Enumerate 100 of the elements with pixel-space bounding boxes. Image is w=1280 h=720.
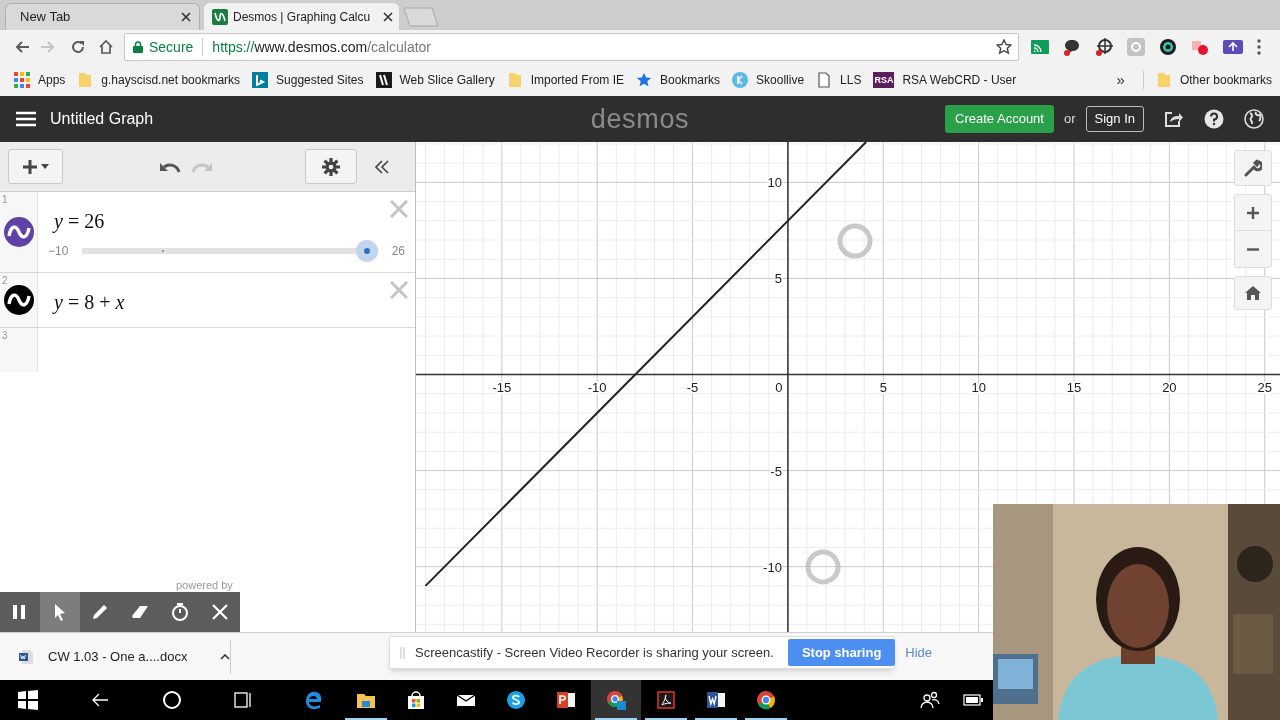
tick-label: 20 bbox=[1162, 379, 1177, 395]
default-view-button[interactable] bbox=[1234, 276, 1272, 310]
slider-max: 26 bbox=[391, 243, 405, 260]
menu-dots-icon[interactable] bbox=[1257, 39, 1261, 55]
page-icon bbox=[816, 72, 833, 88]
circle-icon bbox=[162, 690, 182, 710]
apps-grid-icon bbox=[14, 72, 30, 88]
add-item-button[interactable] bbox=[8, 149, 63, 184]
settings-button[interactable] bbox=[305, 149, 357, 184]
gear-icon bbox=[322, 157, 340, 176]
sign-in-button[interactable]: Sign In bbox=[1085, 106, 1144, 132]
back-arrow-icon[interactable] bbox=[14, 39, 30, 55]
home-icon bbox=[1245, 286, 1261, 300]
home-icon[interactable] bbox=[98, 39, 114, 55]
bookmark[interactable]: Suggested Sites bbox=[252, 71, 364, 89]
bookmark[interactable]: LLS bbox=[816, 71, 862, 89]
word-document-icon bbox=[18, 648, 34, 665]
bookmark[interactable]: Web Slice Gallery bbox=[375, 71, 495, 89]
slides-app-icon bbox=[556, 690, 576, 710]
download-item[interactable]: CW 1.03 - One a....docx bbox=[18, 646, 230, 667]
bookmark[interactable]: Imported From IE bbox=[506, 71, 624, 89]
graph-favicon-icon bbox=[212, 8, 228, 25]
origin-label: 0 bbox=[775, 379, 783, 395]
line-number: 2 bbox=[2, 274, 8, 288]
wrench-icon bbox=[1244, 159, 1262, 177]
eye-icon[interactable] bbox=[1159, 38, 1177, 56]
bookmark[interactable]: RSA RSA WebCRD - User bbox=[873, 71, 1017, 89]
caret-icon bbox=[41, 164, 49, 169]
notice-text: Screencastify - Screen Video Recorder is sharing your screen. bbox=[415, 643, 774, 662]
tick-label: 5 bbox=[879, 379, 887, 395]
graph-style-icon[interactable] bbox=[4, 285, 34, 315]
math-expression[interactable]: y = 26 bbox=[54, 206, 105, 236]
folder-icon bbox=[77, 72, 94, 88]
graph-title[interactable]: Untitled Graph bbox=[50, 107, 154, 131]
reload-icon[interactable] bbox=[70, 39, 86, 55]
or-label: or bbox=[1063, 110, 1076, 129]
share-icon[interactable] bbox=[1164, 110, 1184, 128]
bookmark[interactable]: Bookmarks bbox=[636, 71, 721, 89]
more-bookmarks-button[interactable]: » bbox=[1116, 68, 1125, 92]
star-icon bbox=[636, 72, 652, 88]
taskbar-button[interactable] bbox=[591, 680, 641, 720]
close-icon bbox=[210, 602, 230, 622]
pdf-app-icon bbox=[656, 690, 676, 710]
hide-link[interactable]: Hide bbox=[905, 642, 933, 663]
record-icon[interactable] bbox=[1191, 38, 1209, 56]
minus-icon bbox=[1247, 247, 1259, 251]
close-icon[interactable] bbox=[383, 11, 393, 22]
browser-tab[interactable]: New Tab bbox=[5, 3, 200, 30]
click-indicator bbox=[805, 549, 841, 585]
desmos-logo: desmos bbox=[590, 102, 690, 136]
line-number: 3 bbox=[2, 329, 8, 343]
tick-label: 5 bbox=[774, 271, 782, 287]
close-icon[interactable] bbox=[181, 12, 191, 22]
folder-icon bbox=[1155, 72, 1172, 88]
caret-up-icon bbox=[220, 653, 230, 660]
upload-icon[interactable] bbox=[1223, 40, 1243, 54]
stopwatch-icon bbox=[170, 602, 190, 622]
math-expression[interactable]: y = 8 + x bbox=[54, 287, 125, 317]
battery-icon[interactable] bbox=[963, 694, 983, 706]
pen-icon bbox=[90, 602, 110, 622]
tick-label: -10 bbox=[587, 379, 607, 395]
browser-app-icon bbox=[756, 690, 776, 710]
k-logo-icon bbox=[732, 72, 749, 88]
bookmark[interactable]: g.hayscisd.net bookmarks bbox=[77, 71, 241, 89]
tick-label: -10 bbox=[763, 559, 782, 575]
tick-label: 10 bbox=[767, 175, 782, 191]
slice-logo-icon bbox=[375, 72, 392, 88]
bookmark[interactable]: Apps bbox=[14, 71, 66, 89]
b-logo-icon bbox=[252, 72, 269, 88]
people-icon[interactable] bbox=[920, 690, 940, 710]
browser-tab[interactable]: Desmos | Graphing Calcu bbox=[204, 3, 399, 30]
graph-style-icon[interactable] bbox=[4, 217, 34, 247]
bookmark[interactable]: Skoollive bbox=[732, 71, 805, 89]
document-app-icon bbox=[706, 690, 726, 710]
bookmark-star-icon[interactable] bbox=[996, 39, 1012, 55]
help-icon[interactable] bbox=[1204, 109, 1224, 129]
windows-logo-icon bbox=[18, 690, 38, 710]
bookmark[interactable]: Other bookmarks bbox=[1155, 71, 1272, 89]
slider-thumb[interactable] bbox=[355, 240, 378, 262]
slider-min: −10 bbox=[48, 243, 69, 260]
skype-logo-icon bbox=[506, 690, 526, 710]
tick-label: 15 bbox=[1066, 379, 1082, 395]
url-text: https://www.desmos.com/calculator bbox=[212, 37, 431, 57]
menu-icon[interactable] bbox=[16, 111, 36, 127]
secure-label: Secure bbox=[149, 37, 194, 57]
globe-icon[interactable] bbox=[1244, 109, 1264, 129]
plus-icon bbox=[1247, 206, 1259, 219]
line-number: 1 bbox=[2, 193, 8, 207]
target-icon[interactable] bbox=[1095, 38, 1113, 56]
tick-label: -5 bbox=[686, 379, 699, 395]
cast-icon[interactable] bbox=[1031, 40, 1049, 54]
settings-wrench-button[interactable] bbox=[1234, 150, 1272, 186]
task-view-icon bbox=[233, 690, 253, 710]
address-bar[interactable]: Secure https://www.desmos.com/calculator bbox=[124, 33, 1019, 61]
click-indicator bbox=[837, 223, 873, 259]
chat-bubble-icon[interactable] bbox=[1063, 38, 1081, 56]
recorder-tool-button[interactable] bbox=[40, 592, 80, 632]
collapse-icon[interactable] bbox=[375, 159, 389, 174]
drag-handle-icon[interactable] bbox=[400, 646, 405, 659]
tick-label: 10 bbox=[971, 379, 986, 395]
